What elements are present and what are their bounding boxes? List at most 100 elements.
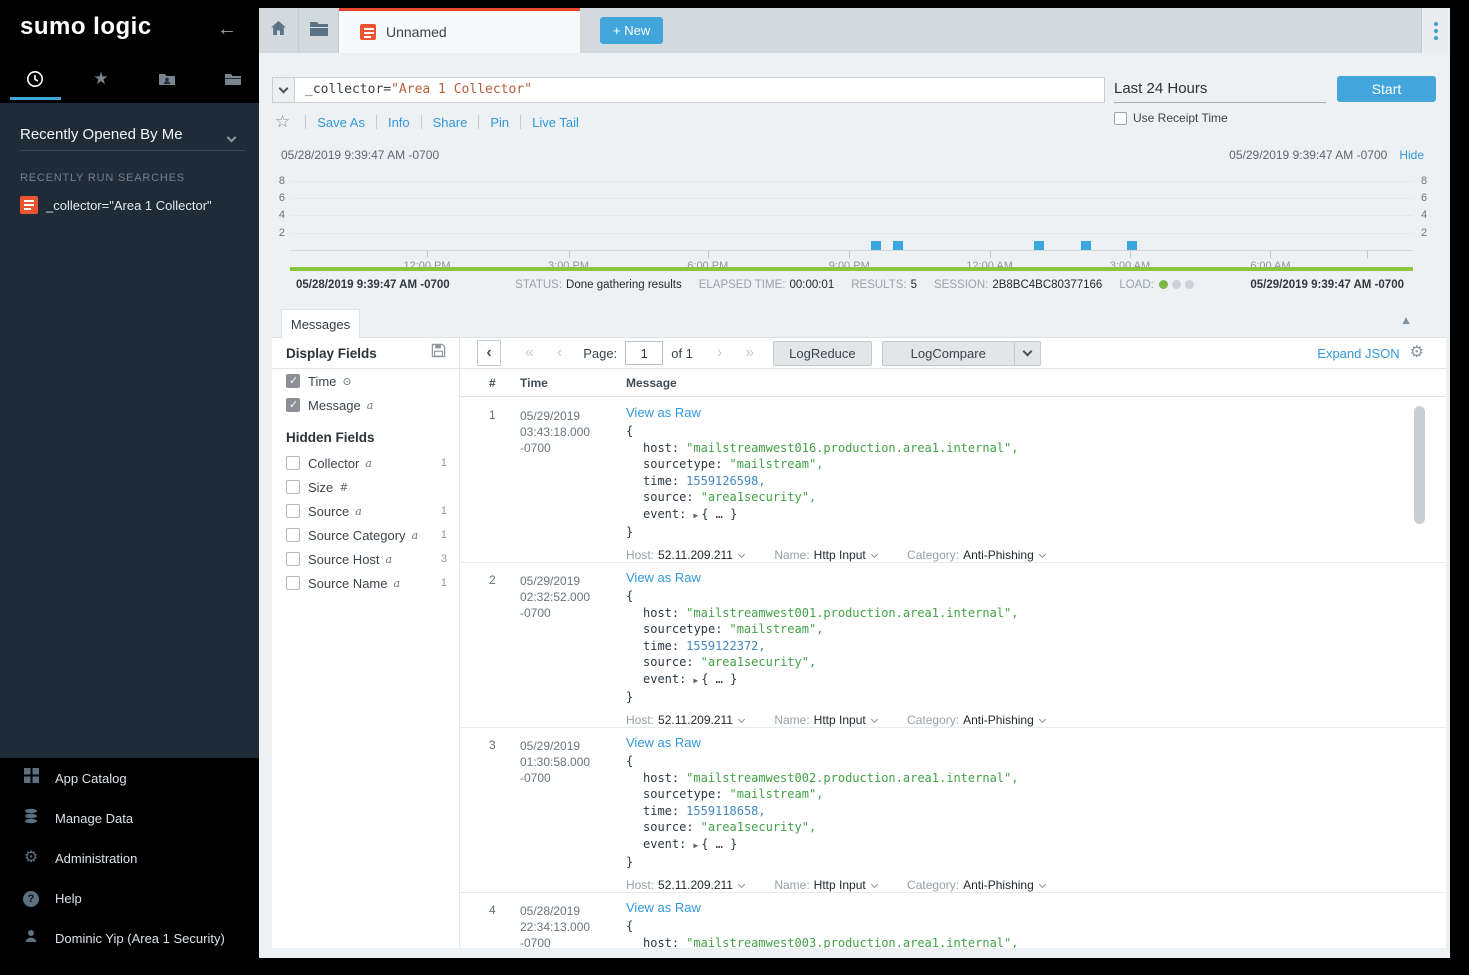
chevron-down-icon[interactable]: [738, 550, 745, 557]
field-row-time[interactable]: Time ⊙: [272, 369, 459, 393]
sidebar-item-app-catalog[interactable]: App Catalog: [0, 758, 259, 798]
field-row-source-host[interactable]: Source Host a 3: [272, 547, 459, 571]
page-number-input[interactable]: [625, 341, 663, 365]
field-row-source-category[interactable]: Source Category a 1: [272, 523, 459, 547]
chevron-down-icon[interactable]: [871, 715, 878, 722]
checkbox[interactable]: [286, 480, 300, 494]
view-as-raw-link[interactable]: View as Raw: [626, 735, 1400, 750]
recents-tab[interactable]: [24, 68, 46, 90]
footer-category[interactable]: Category:Anti-Phishing: [907, 878, 1045, 892]
dot: [1434, 29, 1438, 33]
share-link[interactable]: Share: [433, 115, 468, 130]
histogram-bar[interactable]: [871, 241, 881, 250]
expand-json-link[interactable]: Expand JSON: [1317, 346, 1399, 361]
shared-content-tab[interactable]: [156, 68, 178, 90]
sidebar-item-manage-data[interactable]: Manage Data: [0, 798, 259, 838]
library-tab[interactable]: [222, 68, 244, 90]
footer-name[interactable]: Name:Http Input: [774, 713, 876, 727]
search-query-input[interactable]: _collector="Area 1 Collector": [294, 77, 1105, 103]
footer-host[interactable]: Host:52.11.209.211: [626, 548, 744, 562]
sidebar-collapse-button[interactable]: ←: [217, 18, 237, 41]
sidebar-item-help[interactable]: ? Help: [0, 878, 259, 918]
search-progress-bar: [290, 267, 1413, 271]
query-field-text: _collector=: [305, 82, 391, 97]
time-range-selector[interactable]: Last 24 Hours: [1114, 77, 1326, 103]
view-as-raw-link[interactable]: View as Raw: [626, 405, 1400, 420]
query-value-text: "Area 1 Collector": [391, 82, 532, 97]
footer-name[interactable]: Name:Http Input: [774, 878, 876, 892]
checkbox-checked[interactable]: [286, 398, 300, 412]
collapse-fields-button[interactable]: ‹: [477, 340, 501, 366]
footer-category[interactable]: Category:Anti-Phishing: [907, 713, 1045, 727]
settings-gear-icon[interactable]: ⚙: [1410, 345, 1424, 361]
use-receipt-time[interactable]: Use Receipt Time: [1114, 111, 1228, 125]
live-tail-link[interactable]: Live Tail: [532, 115, 579, 130]
checkbox[interactable]: [286, 552, 300, 566]
histogram-bar[interactable]: [893, 241, 903, 250]
tab-unnamed[interactable]: Unnamed: [339, 8, 580, 53]
chevron-down-icon[interactable]: [871, 880, 878, 887]
info-link[interactable]: Info: [388, 115, 410, 130]
footer-category[interactable]: Category:Anti-Phishing: [907, 548, 1045, 562]
checkbox[interactable]: [286, 528, 300, 542]
view-as-raw-link[interactable]: View as Raw: [626, 900, 1400, 915]
footer-host[interactable]: Host:52.11.209.211: [626, 713, 744, 727]
logcompare-dropdown[interactable]: [1015, 341, 1041, 366]
chevron-down-icon[interactable]: [227, 133, 237, 143]
library-button[interactable]: [299, 8, 339, 53]
recent-search-item[interactable]: _collector="Area 1 Collector": [20, 196, 251, 214]
checkbox-checked[interactable]: [286, 374, 300, 388]
checkbox[interactable]: [286, 456, 300, 470]
next-page-button[interactable]: ›: [717, 344, 721, 362]
home-button[interactable]: [259, 8, 299, 53]
sidebar-item-administration[interactable]: ⚙ Administration: [0, 838, 259, 878]
favorites-tab[interactable]: ★: [90, 68, 112, 90]
sidebar-item-account[interactable]: Dominic Yip (Area 1 Security): [0, 918, 259, 958]
chevron-down-icon[interactable]: [738, 880, 745, 887]
field-row-source[interactable]: Source a 1: [272, 499, 459, 523]
field-row-collector[interactable]: Collector a 1: [272, 451, 459, 475]
chevron-down-icon[interactable]: [1039, 550, 1046, 557]
receipt-time-checkbox[interactable]: [1114, 112, 1127, 125]
tab-messages[interactable]: Messages: [281, 309, 360, 338]
histogram-bar[interactable]: [1034, 241, 1044, 250]
chevron-down-icon[interactable]: [1039, 880, 1046, 887]
view-as-raw-link[interactable]: View as Raw: [626, 570, 1400, 585]
query-history-dropdown[interactable]: [272, 77, 295, 103]
save-as-link[interactable]: Save As: [317, 115, 365, 130]
histogram-bar[interactable]: [1081, 241, 1091, 250]
kebab-menu-button[interactable]: [1421, 8, 1450, 53]
expand-event-icon[interactable]: ▶: [693, 841, 698, 850]
user-icon: [22, 928, 40, 949]
checkbox[interactable]: [286, 576, 300, 590]
row-timestamp: 01:30:58.000 -0700: [520, 754, 622, 786]
scrollbar-thumb[interactable]: [1414, 406, 1425, 524]
chevron-down-icon[interactable]: [1039, 715, 1046, 722]
prev-page-button[interactable]: ‹: [557, 344, 561, 362]
logreduce-button[interactable]: LogReduce: [773, 341, 872, 366]
recent-panel-title[interactable]: Recently Opened By Me: [20, 126, 183, 143]
favorite-star-icon[interactable]: ☆: [275, 112, 290, 132]
first-page-button[interactable]: «: [525, 344, 533, 362]
footer-host[interactable]: Host:52.11.209.211: [626, 878, 744, 892]
pin-link[interactable]: Pin: [490, 115, 509, 130]
field-row-source-name[interactable]: Source Name a 1: [272, 571, 459, 595]
logcompare-button[interactable]: LogCompare: [882, 341, 1015, 366]
hide-histogram-link[interactable]: Hide: [1399, 148, 1424, 162]
timeline-plot[interactable]: [290, 172, 1413, 250]
expand-event-icon[interactable]: ▶: [693, 511, 698, 520]
field-row-size[interactable]: Size #: [272, 475, 459, 499]
row-date: 05/29/2019: [520, 408, 622, 424]
last-page-button[interactable]: »: [745, 344, 753, 362]
new-tab-button[interactable]: + New: [600, 17, 663, 44]
chevron-down-icon[interactable]: [871, 550, 878, 557]
histogram-bar[interactable]: [1127, 241, 1137, 250]
chevron-down-icon[interactable]: [738, 715, 745, 722]
expand-event-icon[interactable]: ▶: [693, 676, 698, 685]
start-button[interactable]: Start: [1337, 76, 1436, 102]
checkbox[interactable]: [286, 504, 300, 518]
collapse-panel-icon[interactable]: ▲: [1400, 313, 1412, 327]
footer-name[interactable]: Name:Http Input: [774, 548, 876, 562]
field-row-message[interactable]: Message a: [272, 393, 459, 417]
save-fields-icon[interactable]: [431, 343, 446, 363]
